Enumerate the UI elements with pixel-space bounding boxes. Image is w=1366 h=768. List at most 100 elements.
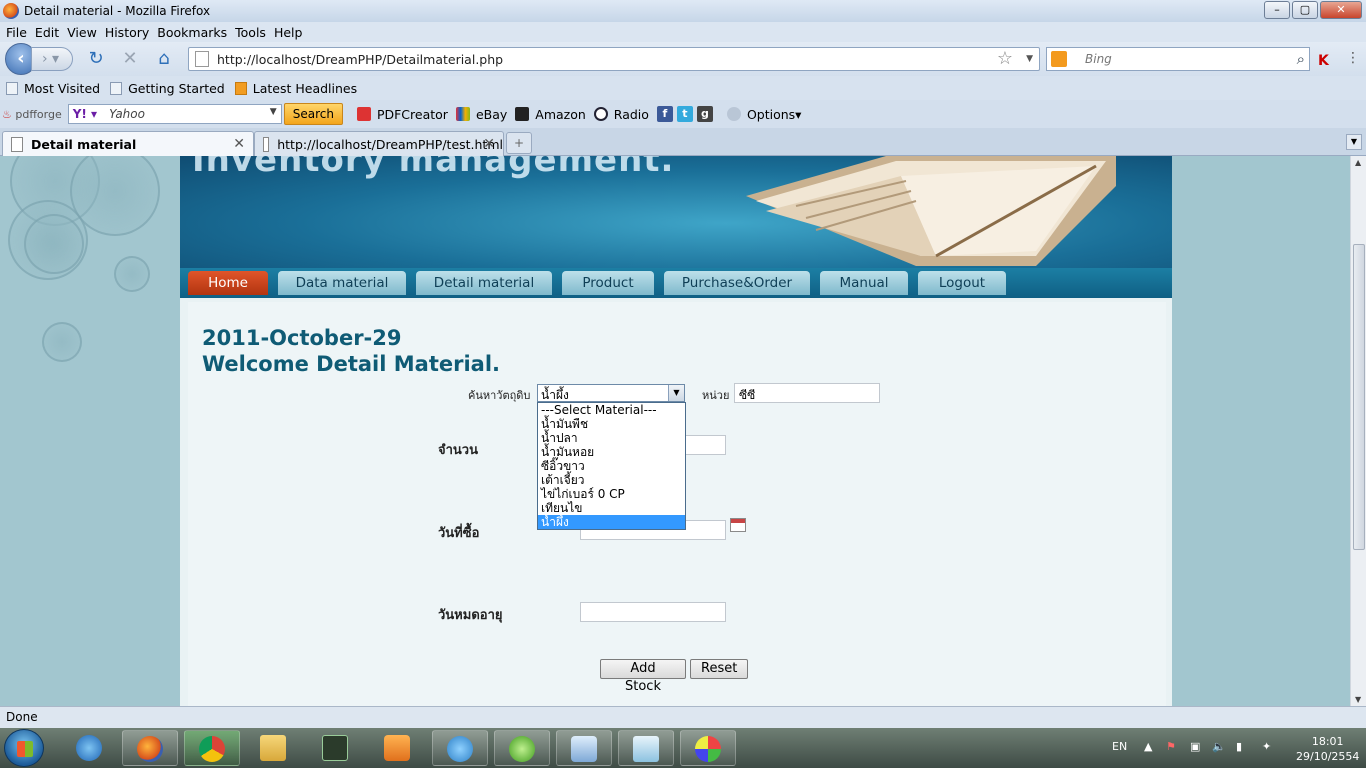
stop-icon[interactable]: ✕ (119, 48, 141, 70)
menu-data-material[interactable]: Data material (278, 271, 406, 295)
flag-notification-icon[interactable]: ⚑ (1166, 740, 1176, 753)
close-tab-icon[interactable]: ✕ (483, 136, 495, 152)
taskbar-chrome[interactable] (184, 730, 240, 766)
bookmark-most-visited[interactable]: Most Visited (6, 81, 100, 96)
taskbar-ie[interactable] (62, 730, 118, 766)
taskbar-paint[interactable] (680, 730, 736, 766)
device-icon[interactable]: ▣ (1190, 740, 1200, 753)
radio-button[interactable]: Radio (593, 107, 649, 122)
menu-purchase-order[interactable]: Purchase&Order (664, 271, 810, 295)
menu-tools[interactable]: Tools (235, 25, 266, 40)
taskbar-notes[interactable] (618, 730, 674, 766)
menu-history[interactable]: History (105, 25, 149, 40)
signal-icon[interactable]: ▮ (1236, 740, 1242, 753)
search-bar[interactable]: Bing ⌕ (1046, 47, 1310, 71)
amazon-button[interactable]: Amazon (515, 107, 586, 122)
chevron-down-icon[interactable]: ▼ (668, 385, 684, 401)
yahoo-dropdown-icon[interactable]: ▼ (270, 107, 277, 117)
material-option[interactable]: ซีอิ๊วขาว (538, 459, 685, 473)
material-option[interactable]: ไข่ไก่เบอร์ 0 CP (538, 487, 685, 501)
material-dropdown-list: ---Select Material--- น้ำมันพืช น้ำปลา น… (537, 402, 686, 530)
unit-field[interactable]: ซีซี (734, 383, 880, 403)
pdfforge-toolbar: ♨ pdfforge Y! ▾ Yahoo ▼ Search PDFCreato… (0, 100, 1366, 128)
network-icon[interactable]: ✦ (1262, 740, 1271, 753)
social-icon[interactable]: g (696, 106, 713, 122)
close-tab-icon[interactable]: ✕ (233, 136, 245, 152)
window-title-bar: Detail material - Mozilla Firefox – ▢ ✕ (0, 0, 1366, 22)
home-icon[interactable]: ⌂ (153, 48, 175, 70)
content-panel: 2011-October-29 Welcome Detail Material.… (188, 302, 1166, 706)
tab-detail-material[interactable]: Detail material ✕ (2, 131, 254, 156)
yahoo-search-button[interactable]: Search (283, 103, 343, 125)
bing-icon[interactable] (1051, 51, 1067, 67)
srs-sound-icon (322, 735, 348, 761)
material-option[interactable]: น้ำปลา (538, 431, 685, 445)
list-tabs-icon[interactable]: ▼ (1346, 134, 1362, 150)
volume-icon[interactable]: 🔈 (1212, 740, 1226, 753)
address-bar[interactable]: http://localhost/DreamPHP/Detailmaterial… (188, 47, 1040, 71)
material-option-selected[interactable]: น้ำผึ้ง (538, 515, 685, 529)
add-stock-button[interactable]: Add Stock (600, 659, 686, 694)
tab-strip: Detail material ✕ http://localhost/Dream… (0, 128, 1366, 156)
forward-arrow-icon[interactable]: › ▾ (31, 47, 73, 71)
taskbar-srs[interactable] (308, 730, 364, 766)
options-button[interactable]: Options ▾ (726, 107, 801, 122)
pdfcreator-button[interactable]: PDFCreator (356, 107, 448, 122)
clock[interactable]: 18:01 29/10/2554 (1296, 734, 1359, 764)
menu-help[interactable]: Help (274, 25, 303, 40)
material-option[interactable]: เทียนไข (538, 501, 685, 515)
maximize-button[interactable]: ▢ (1292, 1, 1318, 19)
menu-manual[interactable]: Manual (820, 271, 908, 295)
search-icon[interactable]: ⌕ (1297, 50, 1305, 68)
pdfforge-logo[interactable]: ♨ pdfforge (2, 108, 62, 121)
yahoo-search-field[interactable]: Y! ▾ Yahoo ▼ (67, 104, 282, 124)
tab-test-html[interactable]: http://localhost/DreamPHP/test.html ✕ (254, 131, 504, 156)
show-hidden-icons-icon[interactable]: ▲ (1144, 740, 1152, 753)
address-dropdown-icon[interactable]: ▼ (1026, 48, 1033, 70)
reload-icon[interactable]: ↻ (85, 48, 107, 70)
menu-file[interactable]: File (6, 25, 27, 40)
menu-bookmarks[interactable]: Bookmarks (157, 25, 227, 40)
taskbar-messenger[interactable] (432, 730, 488, 766)
scroll-up-icon[interactable]: ▲ (1355, 158, 1361, 167)
taskbar-explorer[interactable] (246, 730, 302, 766)
facebook-icon[interactable]: f (656, 106, 673, 122)
menu-view[interactable]: View (67, 25, 97, 40)
menu-product[interactable]: Product (562, 271, 654, 295)
taskbar-media[interactable] (370, 730, 426, 766)
calendar-icon[interactable] (730, 518, 746, 532)
new-tab-button[interactable]: + (506, 132, 532, 154)
material-option[interactable]: ---Select Material--- (538, 403, 685, 417)
paint-icon (695, 736, 721, 762)
bookmark-star-icon[interactable]: ☆ (997, 48, 1013, 70)
menu-logout[interactable]: Logout (918, 271, 1006, 295)
twitter-icon[interactable]: t (676, 106, 693, 122)
bookmark-latest-headlines[interactable]: Latest Headlines (234, 81, 357, 96)
start-button[interactable] (4, 729, 44, 767)
taskbar-dreamweaver[interactable] (494, 730, 550, 766)
close-window-button[interactable]: ✕ (1320, 1, 1362, 19)
kaspersky-icon[interactable]: K (1318, 54, 1332, 68)
material-select[interactable]: น้ำผึ้ง ▼ (537, 384, 685, 402)
language-indicator[interactable]: EN (1112, 740, 1127, 753)
site-header: Inventory management. (180, 156, 1172, 268)
vertical-scrollbar[interactable]: ▲ ▼ (1350, 156, 1366, 706)
taskbar-firefox[interactable] (122, 730, 178, 766)
expire-date-field[interactable] (580, 602, 726, 622)
taskbar-virtualbox[interactable] (556, 730, 612, 766)
material-option[interactable]: เต้าเจี้ยว (538, 473, 685, 487)
material-option[interactable]: น้ำมันหอย (538, 445, 685, 459)
minimize-button[interactable]: – (1264, 1, 1290, 19)
scrollbar-thumb[interactable] (1353, 244, 1365, 550)
menu-home[interactable]: Home (188, 271, 268, 295)
ebay-button[interactable]: eBay (455, 107, 507, 122)
gear-icon (726, 107, 741, 121)
material-option[interactable]: น้ำมันพืช (538, 417, 685, 431)
clock-time: 18:01 (1311, 735, 1344, 748)
bookmark-getting-started[interactable]: Getting Started (110, 81, 225, 96)
pdf-icon (356, 107, 371, 121)
menu-edit[interactable]: Edit (35, 25, 59, 40)
scroll-down-icon[interactable]: ▼ (1355, 695, 1361, 704)
menu-detail-material[interactable]: Detail material (416, 271, 552, 295)
reset-button[interactable]: Reset (690, 659, 748, 679)
